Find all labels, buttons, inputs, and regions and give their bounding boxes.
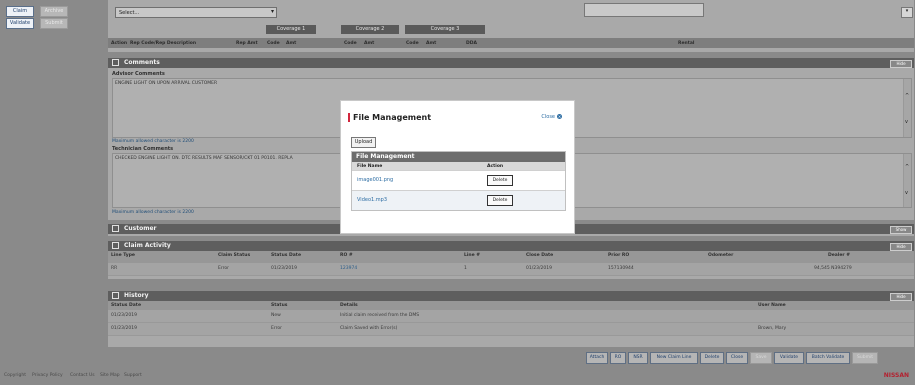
history-panel: History Hide Status Date Status Details … — [108, 291, 914, 347]
file-row: image001.png Delete — [352, 170, 565, 190]
advisor-comments-label: Advisor Comments — [112, 71, 165, 77]
footer-link-contact[interactable]: Contact Us — [70, 373, 95, 378]
advisor-scrollbar[interactable]: ^ v — [903, 79, 911, 137]
attach-button[interactable]: Attach — [586, 352, 608, 364]
claim-activity-header[interactable]: Claim Activity Hide — [108, 241, 914, 251]
technician-char-limit: Maximum allowed character is 2200 — [112, 210, 194, 215]
col-line[interactable]: Line # — [464, 253, 480, 258]
footer-link-privacy[interactable]: Privacy Policy — [32, 373, 63, 378]
col-status-date[interactable]: Status Date — [111, 303, 141, 308]
collapse-icon — [112, 292, 119, 299]
footer-link-sitemap[interactable]: Site Map — [100, 373, 120, 378]
file-row: Video1.mp3 Delete — [352, 190, 565, 210]
line-select-value: Select... — [119, 10, 140, 16]
modal-close-button[interactable]: Close × — [541, 114, 562, 120]
col-user-name: User Name — [758, 303, 786, 308]
col-line-type[interactable]: Line Type — [111, 253, 135, 258]
save-button[interactable]: Save — [750, 352, 772, 364]
col-action: Action — [487, 164, 504, 169]
footer-link-copyright[interactable]: Copyright — [4, 373, 26, 378]
comments-header[interactable]: Comments Hide — [108, 58, 914, 68]
modal-title: File Management — [348, 113, 431, 122]
col-status: Status — [271, 303, 288, 308]
col-file-name: File Name — [357, 164, 383, 169]
chevron-down-icon: ▾ — [270, 8, 274, 15]
file-table: File Management File Name Action image00… — [351, 151, 566, 211]
validate-button[interactable]: Validate — [6, 18, 34, 29]
claim-activity-toggle-button[interactable]: Hide — [890, 243, 912, 251]
ro-button[interactable]: RO — [610, 352, 626, 364]
submit-side-button[interactable]: Submit — [40, 18, 68, 29]
claim-activity-panel: Claim Activity Hide Line Type Claim Stat… — [108, 241, 914, 279]
collapse-icon — [112, 59, 119, 66]
col-ro[interactable]: RO # — [340, 253, 353, 258]
nsr-button[interactable]: NSR — [628, 352, 648, 364]
footer-link-support[interactable]: Support — [124, 373, 142, 378]
coverage-2-header: Coverage 2 — [341, 25, 399, 34]
col-odometer[interactable]: Odometer — [708, 253, 733, 258]
batch-validate-button[interactable]: Batch Validate — [806, 352, 850, 364]
col-claim-status[interactable]: Claim Status — [218, 253, 250, 258]
expand-button[interactable]: ▾ — [901, 7, 913, 18]
archive-button[interactable]: Archive — [40, 6, 68, 17]
col-details: Details — [340, 303, 358, 308]
col-status-date[interactable]: Status Date — [271, 253, 301, 258]
expand-icon — [112, 225, 119, 232]
coverage-area: Select... ▾ ▾ Coverage 1 Coverage 2 Cove… — [108, 0, 914, 52]
advisor-char-limit: Maximum allowed character is 2200 — [112, 139, 194, 144]
nissan-logo: NISSAN — [883, 372, 909, 379]
collapse-icon — [112, 242, 119, 249]
submit-button[interactable]: Submit — [852, 352, 878, 364]
table-row: 01/23/2019 New Initial claim received fr… — [108, 310, 914, 323]
new-claim-line-button[interactable]: New Claim Line — [650, 352, 698, 364]
validate-button-bottom[interactable]: Validate — [774, 352, 804, 364]
upload-button[interactable]: Upload — [351, 137, 376, 148]
delete-file-button[interactable]: Delete — [487, 175, 513, 186]
line-select[interactable]: Select... ▾ — [115, 7, 277, 18]
file-link[interactable]: Video1.mp3 — [357, 197, 387, 203]
technician-comments-label: Technician Comments — [112, 146, 174, 152]
history-header[interactable]: History Hide — [108, 291, 914, 301]
close-button[interactable]: Close — [726, 352, 748, 364]
col-prior-ro[interactable]: Prior RO — [608, 253, 629, 258]
coverage-3-header: Coverage 3 — [405, 25, 485, 34]
history-toggle-button[interactable]: Hide — [890, 293, 912, 301]
technician-scrollbar[interactable]: ^ v — [903, 154, 911, 207]
table-row: 01/23/2019 Error Claim Saved with Error(… — [108, 323, 914, 336]
file-link[interactable]: image001.png — [357, 177, 393, 183]
file-management-modal: File Management Close × Upload File Manag… — [340, 100, 575, 234]
customer-toggle-button[interactable]: Show — [890, 226, 912, 234]
modal-close-label: Close — [541, 114, 555, 120]
coverage-subheader: Action Rep Code/Rep Description Rep Amt … — [108, 38, 914, 48]
col-dealer[interactable]: Dealer # — [828, 253, 850, 258]
coverage-1-header: Coverage 1 — [266, 25, 316, 34]
file-table-header: File Name Action — [352, 162, 565, 170]
claim-button[interactable]: Claim — [6, 6, 34, 17]
table-row[interactable]: RR Error 01/23/2019 123974 1 01/23/2019 … — [108, 263, 914, 276]
file-table-title: File Management — [352, 152, 565, 162]
comments-toggle-button[interactable]: Hide — [890, 60, 912, 68]
delete-button[interactable]: Delete — [700, 352, 724, 364]
ro-link[interactable]: 123974 — [340, 266, 357, 271]
history-table-header: Status Date Status Details User Name — [108, 301, 914, 310]
close-icon: × — [557, 114, 562, 119]
claim-activity-table-header: Line Type Claim Status Status Date RO # … — [108, 251, 914, 263]
search-input[interactable] — [584, 3, 704, 17]
col-close-date[interactable]: Close Date — [526, 253, 553, 258]
delete-file-button[interactable]: Delete — [487, 195, 513, 206]
